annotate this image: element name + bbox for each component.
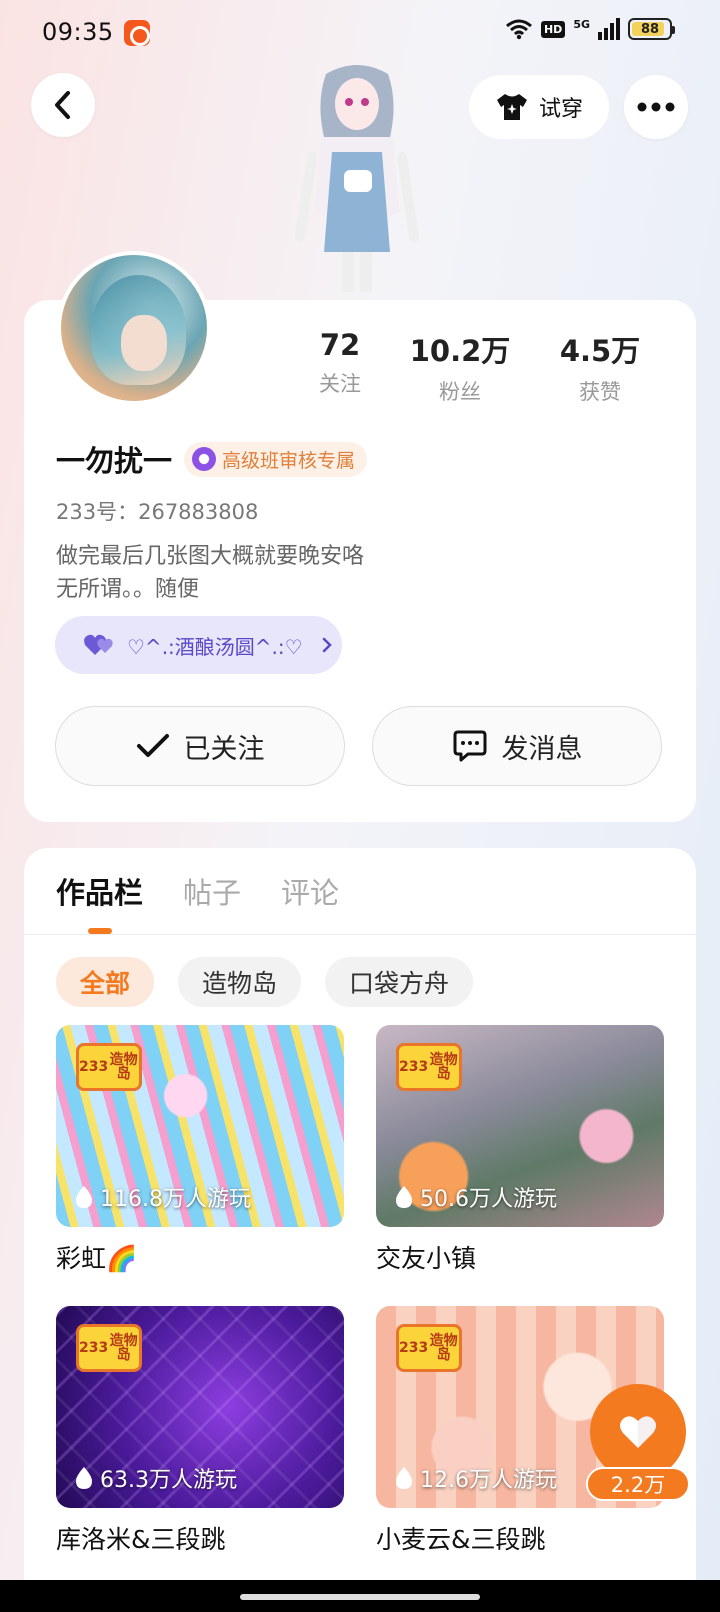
chip-all[interactable]: 全部 [56, 957, 155, 1007]
follow-label: 已关注 [183, 733, 265, 765]
back-button[interactable] [31, 73, 95, 137]
content-tabs: 作品栏 帖子 评论 [56, 870, 339, 934]
bio: 做完最后几张图大概就要晚安咯 无所谓。。随便 [56, 540, 364, 606]
status-bar: 09:35 HD 5G 88 [0, 0, 720, 66]
play-count-label: 12.6万人游玩 [420, 1468, 557, 1493]
status-badge[interactable]: 高级班审核专属 [184, 441, 368, 477]
follow-button[interactable]: 已关注 [55, 706, 345, 786]
check-icon [136, 734, 169, 757]
game-logo: 233 造物岛 [396, 1043, 462, 1091]
game-logo: 233 造物岛 [396, 1324, 462, 1372]
stat-fans[interactable]: 10.2万 粉丝 [390, 328, 530, 406]
try-on-button[interactable]: 试穿 [469, 75, 609, 139]
more-options-button[interactable] [624, 75, 688, 139]
stat-label: 获赞 [579, 380, 621, 404]
battery-icon: 88 [628, 18, 675, 40]
bio-line: 无所谓。。随便 [56, 577, 200, 602]
chat-bubble-icon [453, 730, 486, 762]
filter-chips: 全部 造物岛 口袋方舟 [56, 957, 474, 1007]
game-title: 交友小镇 [376, 1244, 477, 1273]
flame-icon [396, 1467, 412, 1489]
play-count: 50.6万人游玩 [394, 1181, 557, 1213]
chevron-left-icon [55, 91, 70, 119]
user-id-label: 233号： [56, 500, 139, 524]
stat-label: 关注 [319, 372, 361, 396]
more-dots-icon [637, 102, 675, 112]
game-thumbnail: 233 造物岛 63.3万人游玩 [56, 1306, 344, 1508]
username: 一勿扰一 [56, 444, 173, 478]
chevron-right-icon [322, 637, 332, 653]
game-card[interactable]: 233 造物岛 116.8万人游玩 彩虹🌈 [56, 1025, 344, 1275]
like-count: 2.2万 [586, 1467, 690, 1501]
send-message-button[interactable]: 发消息 [372, 706, 662, 786]
stat-value: 10.2万 [409, 334, 511, 368]
game-thumbnail: 233 造物岛 116.8万人游玩 [56, 1025, 344, 1227]
badge-icon [192, 447, 217, 471]
play-count: 63.3万人游玩 [74, 1462, 237, 1494]
flame-icon [76, 1186, 92, 1208]
stat-value: 72 [319, 328, 361, 362]
chip-creation-island[interactable]: 造物岛 [178, 957, 302, 1007]
play-count: 12.6万人游玩 [394, 1462, 557, 1494]
user-id: 233号：267883808 [56, 496, 258, 526]
battery-level: 88 [640, 21, 660, 37]
character-avatar-figure [282, 62, 432, 302]
username-row: 一勿扰一 高级班审核专属 [56, 438, 368, 480]
game-thumbnail: 233 造物岛 50.6万人游玩 [376, 1025, 664, 1227]
flame-icon [396, 1186, 412, 1208]
signal-icon [598, 18, 620, 40]
play-count-label: 50.6万人游玩 [420, 1187, 557, 1212]
tab-posts[interactable]: 帖子 [183, 870, 241, 924]
play-count: 116.8万人游玩 [74, 1181, 251, 1213]
avatar[interactable] [57, 251, 211, 405]
wifi-icon [506, 19, 532, 40]
game-title: 彩虹🌈 [56, 1244, 138, 1273]
flame-icon [76, 1467, 92, 1489]
game-logo: 233 造物岛 [76, 1324, 142, 1372]
game-card[interactable]: 233 造物岛 63.3万人游玩 库洛米&三段跳 [56, 1306, 344, 1556]
hd-badge: HD [540, 20, 566, 38]
stat-label: 粉丝 [439, 380, 481, 404]
stat-value: 4.5万 [559, 334, 641, 368]
tab-comments[interactable]: 评论 [281, 870, 339, 924]
game-card[interactable]: 233 造物岛 50.6万人游玩 交友小镇 [376, 1025, 664, 1275]
play-count-label: 116.8万人游玩 [100, 1187, 251, 1212]
profile-stats: 72 关注 10.2万 粉丝 4.5万 获赞 [290, 328, 690, 406]
network-type: 5G [573, 18, 590, 31]
game-title: 小麦云&三段跳 [376, 1525, 546, 1554]
tab-works[interactable]: 作品栏 [56, 870, 143, 934]
send-message-label: 发消息 [501, 733, 583, 765]
fan-group-label: ♡^.:酒酿汤圆^.:♡ [127, 634, 303, 659]
tshirt-icon [496, 94, 527, 120]
app-notification-icon [124, 20, 150, 46]
stat-following[interactable]: 72 关注 [290, 328, 390, 406]
status-icons: HD 5G 88 [505, 18, 675, 40]
play-count-label: 63.3万人游玩 [100, 1468, 237, 1493]
game-title: 库洛米&三段跳 [56, 1525, 226, 1554]
badge-label: 高级班审核专属 [222, 449, 356, 472]
stat-likes[interactable]: 4.5万 获赞 [530, 328, 670, 406]
heart-icon [620, 1416, 656, 1448]
like-button[interactable] [590, 1384, 686, 1480]
status-time: 09:35 [42, 18, 114, 46]
game-logo: 233 造物岛 [76, 1043, 142, 1091]
home-indicator[interactable] [240, 1594, 480, 1600]
divider [24, 934, 696, 935]
user-id-value: 267883808 [138, 500, 259, 524]
fan-group-button[interactable]: ♡^.:酒酿汤圆^.:♡ [55, 616, 342, 674]
chip-pocket-ark[interactable]: 口袋方舟 [325, 957, 474, 1007]
try-on-label: 试穿 [538, 97, 583, 122]
bio-line: 做完最后几张图大概就要晚安咯 [56, 544, 365, 569]
hearts-icon [84, 634, 113, 655]
